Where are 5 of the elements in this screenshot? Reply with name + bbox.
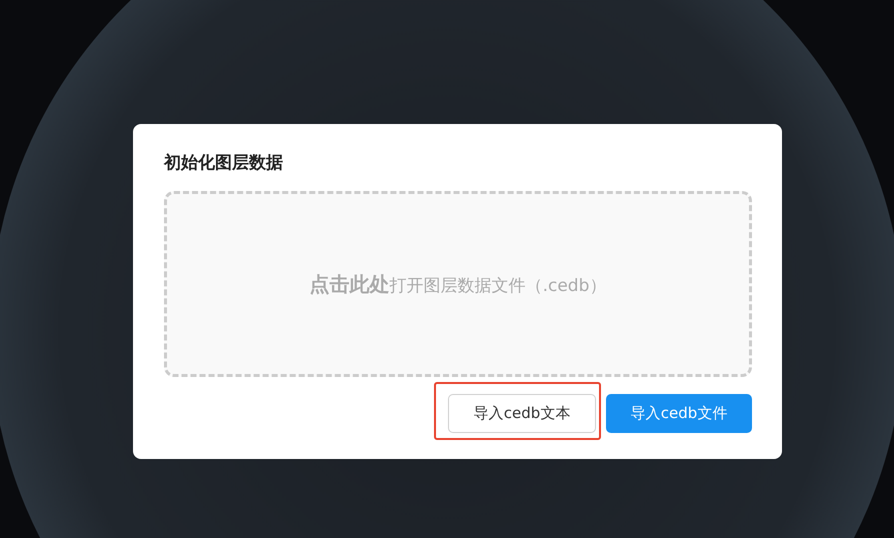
import-button[interactable]: 导入cedb文本 [448, 394, 596, 433]
import-button[interactable]: 导入cedb文件 [606, 394, 752, 433]
dialog-title: 初始化图层数据 [164, 152, 284, 174]
drop-zone-text: 点击此处打开图层数据文件（.cedb） [310, 270, 606, 298]
file-drop-zone[interactable]: 点击此处打开图层数据文件（.cedb） [164, 191, 752, 377]
